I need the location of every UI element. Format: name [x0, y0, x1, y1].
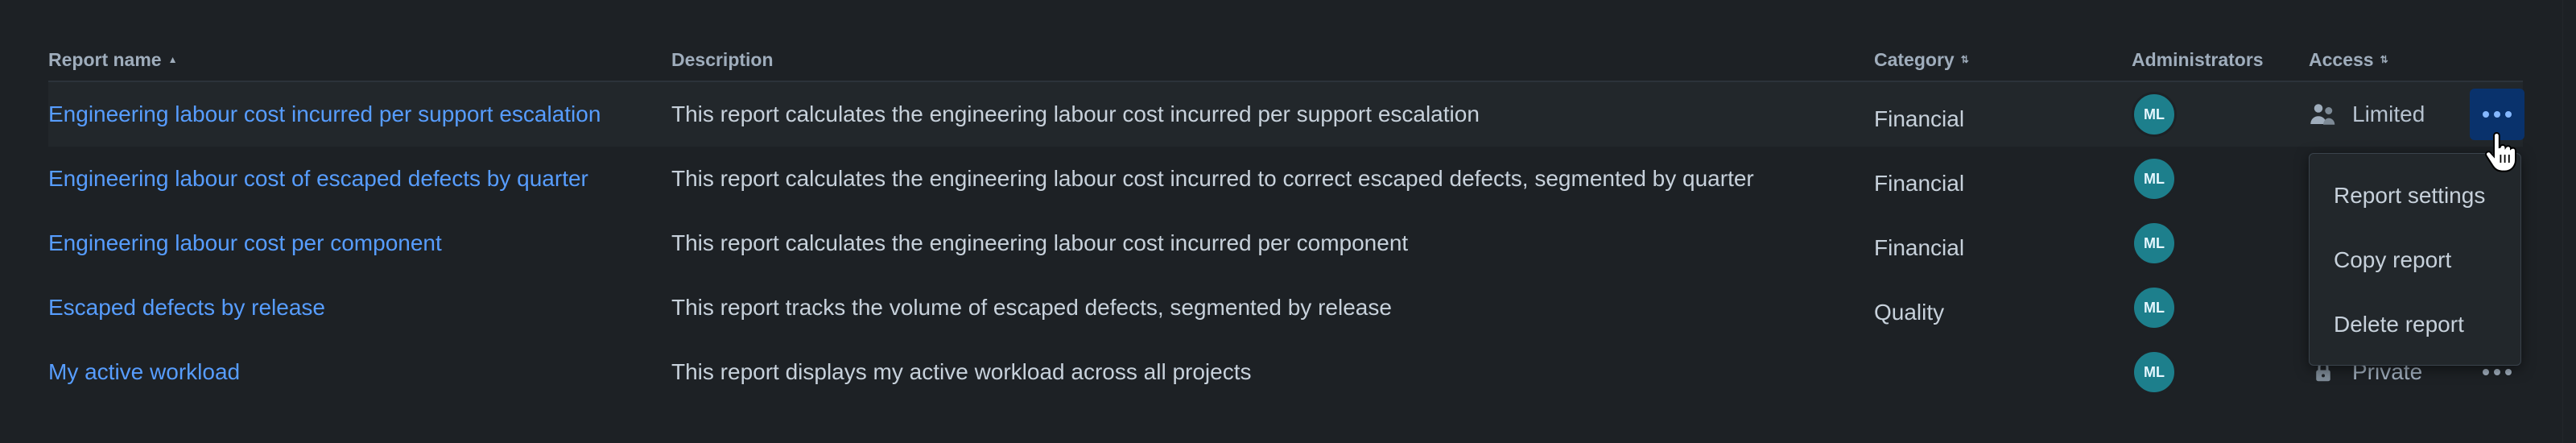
- report-description: This report displays my active workload …: [671, 359, 1252, 384]
- avatar[interactable]: ML: [2132, 221, 2177, 266]
- report-name-link[interactable]: Engineering labour cost per component: [48, 211, 442, 275]
- report-name-link[interactable]: My active workload: [48, 340, 240, 404]
- report-description: This report tracks the volume of escaped…: [671, 295, 1392, 320]
- avatar[interactable]: ML: [2132, 350, 2177, 395]
- report-category: Quality: [1874, 300, 1945, 325]
- table-row[interactable]: My active workload This report displays …: [48, 340, 2523, 404]
- administrators-cell: ML: [2132, 275, 2177, 340]
- sort-icon: ⇅: [2380, 54, 2388, 65]
- column-header-label: Category: [1874, 49, 1955, 70]
- report-description: This report calculates the engineering l…: [671, 230, 1409, 255]
- sort-icon: ⇅: [1960, 54, 1969, 65]
- avatar[interactable]: ML: [2132, 92, 2177, 137]
- report-description: This report calculates the engineering l…: [671, 166, 1754, 191]
- column-header-report-name[interactable]: Report name ▲: [48, 39, 177, 81]
- reports-table: Report name ▲ Description Category ⇅ Adm…: [48, 39, 2524, 404]
- table-row[interactable]: Engineering labour cost of escaped defec…: [48, 147, 2523, 211]
- column-header-label: Access: [2309, 49, 2374, 70]
- avatar[interactable]: ML: [2132, 285, 2177, 330]
- people-icon: [2309, 100, 2338, 129]
- table-header: Report name ▲ Description Category ⇅ Adm…: [48, 39, 2523, 82]
- column-header-category[interactable]: Category ⇅: [1874, 39, 1969, 81]
- column-header-administrators: Administrators: [2132, 39, 2264, 81]
- report-name-link[interactable]: Engineering labour cost incurred per sup…: [48, 82, 601, 147]
- report-name-link[interactable]: Engineering labour cost of escaped defec…: [48, 147, 588, 211]
- sort-icon: ▲: [167, 54, 178, 65]
- administrators-cell: ML: [2132, 340, 2177, 404]
- access-cell: Limited: [2309, 82, 2425, 147]
- column-header-access[interactable]: Access ⇅: [2309, 39, 2388, 81]
- column-header-label: Administrators: [2132, 49, 2264, 70]
- administrators-cell: ML: [2132, 211, 2177, 275]
- report-name-link[interactable]: Escaped defects by release: [48, 275, 325, 340]
- report-category: Financial: [1874, 235, 1965, 260]
- hand-cursor-icon: [2484, 131, 2516, 174]
- access-label: Limited: [2352, 101, 2425, 126]
- column-header-label: Description: [671, 49, 774, 70]
- table-row[interactable]: Engineering labour cost per component Th…: [48, 211, 2523, 275]
- menu-item-delete-report[interactable]: Delete report: [2310, 292, 2520, 357]
- administrators-cell: ML: [2132, 147, 2177, 211]
- administrators-cell: ML: [2132, 82, 2177, 147]
- report-category: Financial: [1874, 171, 1965, 196]
- column-header-label: Report name: [48, 49, 162, 70]
- avatar[interactable]: ML: [2132, 156, 2177, 201]
- menu-item-copy-report[interactable]: Copy report: [2310, 228, 2520, 292]
- column-header-description: Description: [671, 39, 774, 81]
- scrollbar[interactable]: [2562, 0, 2576, 443]
- report-description: This report calculates the engineering l…: [671, 101, 1480, 126]
- table-row[interactable]: Engineering labour cost incurred per sup…: [48, 82, 2524, 147]
- report-category: Financial: [1874, 106, 1965, 131]
- report-actions-menu: Report settings Copy report Delete repor…: [2309, 153, 2521, 366]
- table-row[interactable]: Escaped defects by release This report t…: [48, 275, 2523, 340]
